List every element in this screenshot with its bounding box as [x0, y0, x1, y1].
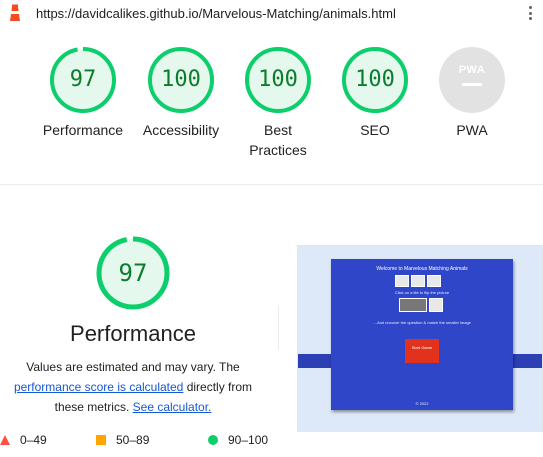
gauge-score: 97 [69, 67, 97, 92]
pwa-badge-icon: PWA [439, 47, 505, 113]
performance-description: Values are estimated and may vary. The p… [0, 357, 266, 417]
gauge-pwa[interactable]: PWA PWA [422, 47, 522, 140]
legend-label: 0–49 [20, 433, 47, 447]
tile-icon [395, 275, 409, 287]
gauge-performance[interactable]: 97 Performance [33, 47, 133, 140]
screenshot-instructions: Click on a tile to flip the picture [394, 290, 450, 295]
gauge-score: 100 [161, 67, 201, 92]
gauge-label: PWA [456, 122, 488, 138]
section-divider [0, 184, 543, 185]
gauge-label: Accessibility [142, 122, 220, 138]
gauge-accessibility[interactable]: 100 Accessibility [131, 47, 231, 140]
triangle-icon [0, 435, 10, 445]
more-menu-icon[interactable] [525, 4, 535, 22]
pwa-badge-text: PWA [458, 64, 486, 76]
calculator-link[interactable]: See calculator. [133, 400, 212, 414]
square-icon [96, 435, 106, 445]
screenshot-start-button: Start Game [405, 339, 439, 363]
browser-url-bar[interactable]: https://davidcalikes.github.io/Marvelous… [0, 0, 543, 26]
gauge-score: 97 [118, 259, 148, 287]
screenshot-subtext: …And uncover the question & match the sm… [373, 320, 471, 325]
screenshot-page: Welcome to Marvelous Matching Animals Cl… [331, 259, 513, 410]
desc-prefix: Values are estimated and may vary. The [26, 360, 240, 374]
tile-icon [399, 298, 427, 312]
gauge-score: 100 [258, 67, 298, 92]
tile-icon [429, 298, 443, 312]
pwa-dash [462, 83, 482, 86]
gauge-label: Best Practices [249, 122, 307, 158]
performance-gauge-large: 97 [96, 236, 170, 310]
gauge-best-practices[interactable]: 100 Best Practices [228, 47, 328, 160]
gauge-seo[interactable]: 100 SEO [325, 47, 425, 140]
legend-average: 50–89 [96, 433, 149, 447]
gauge-label: Performance [42, 122, 124, 138]
tile-icon [411, 275, 425, 287]
legend-fail: 0–49 [0, 433, 47, 447]
legend-label: 90–100 [228, 433, 269, 447]
score-calculation-link[interactable]: performance score is calculated [14, 380, 183, 394]
gauge-score: 100 [355, 67, 395, 92]
screenshot-footer: © 2022 [415, 401, 429, 406]
vertical-divider [278, 305, 279, 350]
performance-title: Performance [70, 321, 196, 346]
lighthouse-icon [10, 4, 20, 21]
screenshot-title: Welcome to Marvelous Matching Animals [376, 266, 468, 272]
legend-label: 50–89 [116, 433, 150, 447]
tile-icon [427, 275, 441, 287]
legend-pass: 90–100 [208, 433, 268, 447]
final-screenshot-thumbnail[interactable]: Welcome to Marvelous Matching Animals Cl… [297, 245, 543, 432]
circle-icon [208, 435, 218, 445]
gauge-label: SEO [360, 122, 390, 138]
url-text[interactable]: https://davidcalikes.github.io/Marvelous… [36, 6, 396, 21]
